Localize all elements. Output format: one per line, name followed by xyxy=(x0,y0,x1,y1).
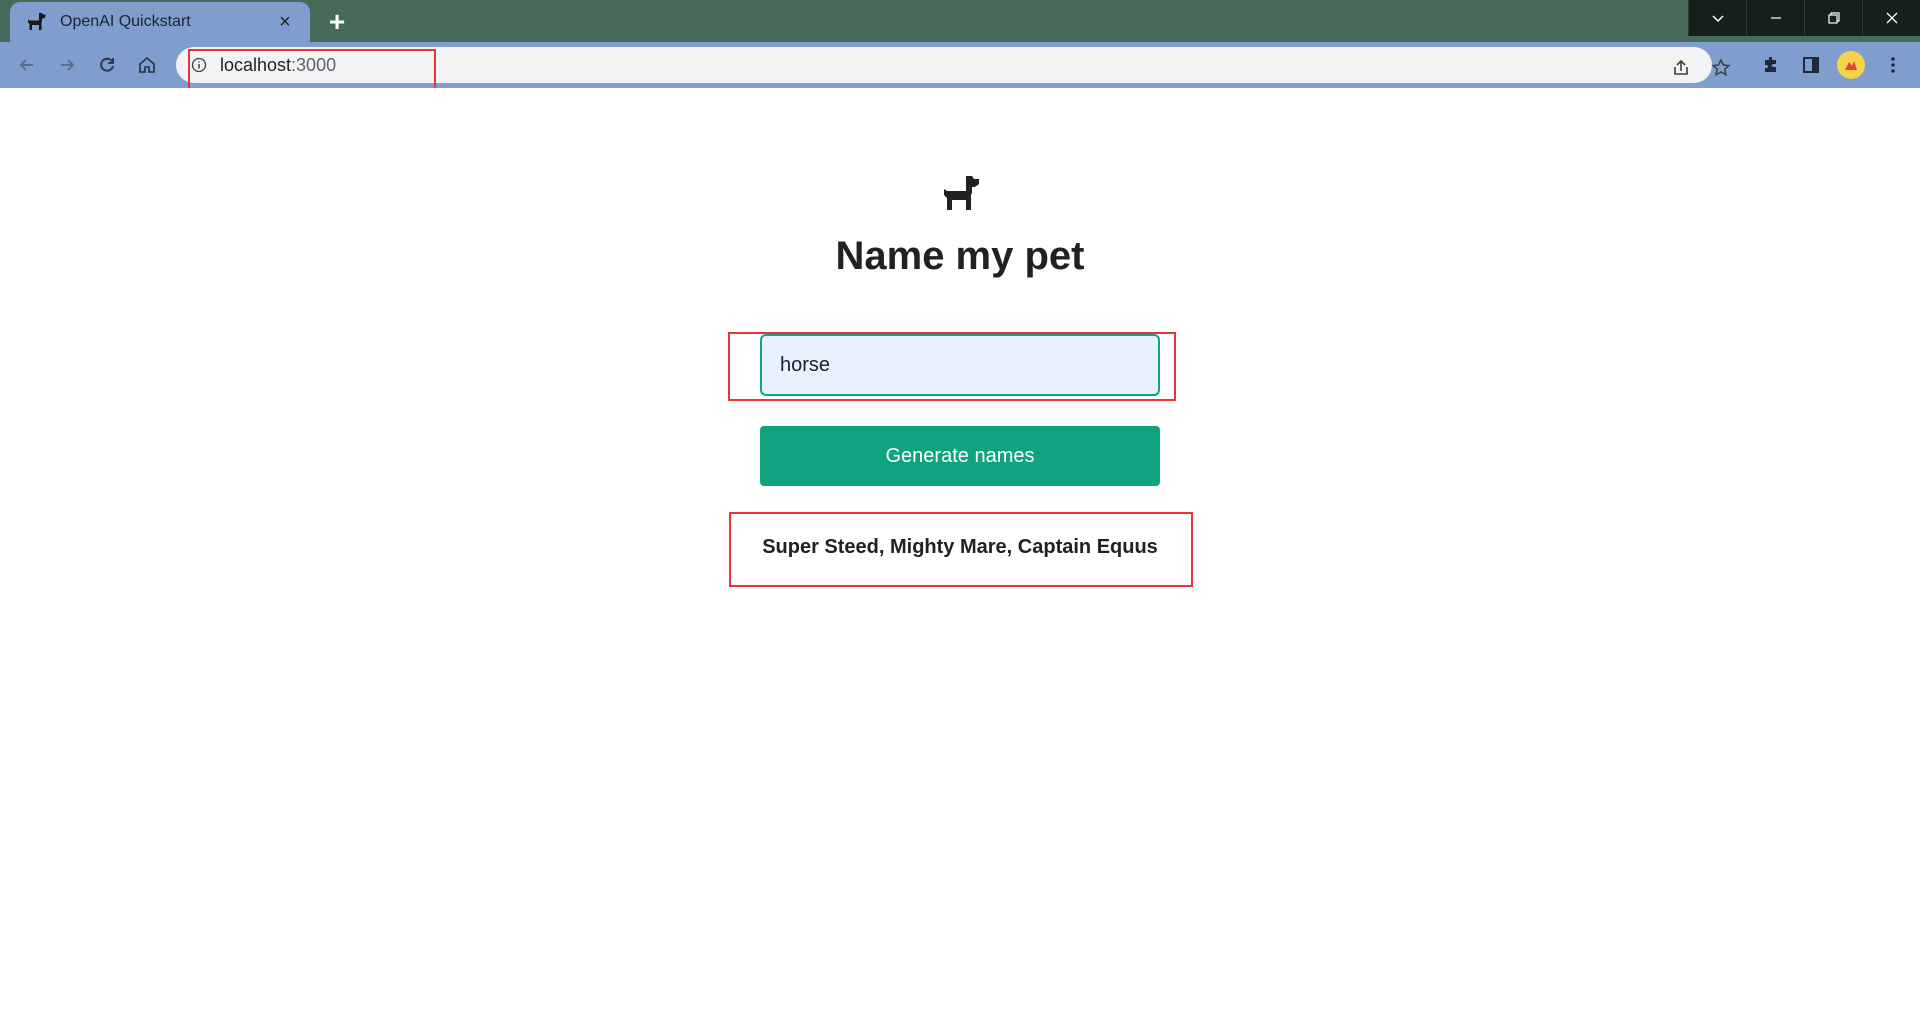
annotation-box-result xyxy=(729,512,1193,587)
restore-icon xyxy=(1827,12,1840,24)
minimize-icon xyxy=(1770,17,1781,19)
profile-avatar-icon xyxy=(1845,61,1857,70)
close-tab-icon[interactable]: × xyxy=(274,11,296,33)
close-window-button[interactable] xyxy=(1862,0,1920,36)
page-content: Name my pet Generate names Super Steed, … xyxy=(0,88,1920,1030)
dog-icon xyxy=(944,176,979,210)
home-button[interactable] xyxy=(132,50,162,80)
new-tab-button[interactable]: + xyxy=(322,6,352,37)
reload-button[interactable] xyxy=(92,50,122,80)
profile-button[interactable] xyxy=(1836,50,1866,80)
share-icon[interactable] xyxy=(1668,55,1694,81)
close-icon xyxy=(1886,12,1897,24)
back-arrow-icon xyxy=(19,59,33,71)
window-controls xyxy=(1688,0,1920,36)
page-title: Name my pet xyxy=(835,234,1085,278)
minimize-button[interactable] xyxy=(1746,0,1804,36)
annotation-box-input xyxy=(728,332,1176,401)
tab-title: OpenAI Quickstart xyxy=(60,13,191,30)
reload-icon xyxy=(100,57,114,72)
bookmark-star-icon[interactable] xyxy=(1708,55,1734,81)
browser-tab[interactable]: OpenAI Quickstart × xyxy=(10,2,310,42)
chevron-down-icon xyxy=(1711,15,1724,23)
tab-search-button[interactable] xyxy=(1688,0,1746,36)
side-panel-icon[interactable] xyxy=(1796,50,1826,80)
home-icon xyxy=(139,56,155,73)
dog-icon xyxy=(24,10,48,34)
forward-arrow-icon xyxy=(61,59,75,71)
avatar xyxy=(1837,51,1865,79)
restore-button[interactable] xyxy=(1804,0,1862,36)
extensions-icon[interactable] xyxy=(1756,50,1786,80)
forward-button[interactable] xyxy=(52,50,82,80)
back-button[interactable] xyxy=(12,50,42,80)
menu-kebab-icon[interactable] xyxy=(1878,50,1908,80)
generate-names-button[interactable]: Generate names xyxy=(760,426,1160,486)
tab-strip: OpenAI Quickstart × + xyxy=(0,0,1920,42)
